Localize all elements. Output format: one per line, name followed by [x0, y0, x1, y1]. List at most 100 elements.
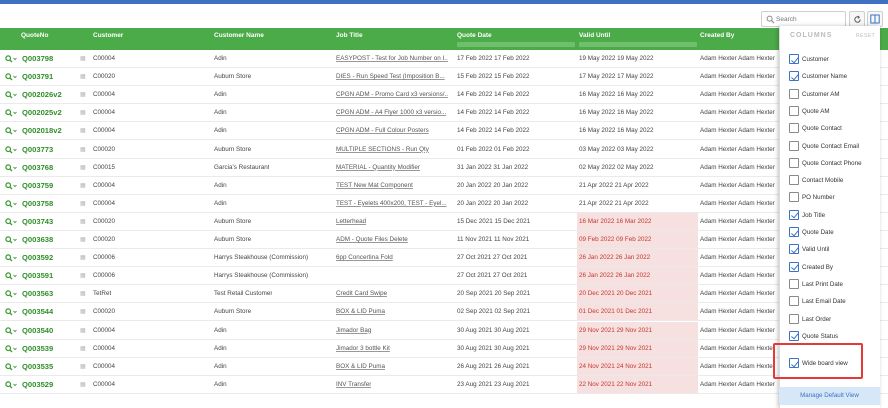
- column-checkbox[interactable]: [789, 157, 799, 168]
- manage-default-view-button[interactable]: Manage Default View: [779, 387, 880, 405]
- job-title[interactable]: MATERIAL - Quantity Modifier: [336, 159, 420, 177]
- row-search-icon[interactable]: [5, 159, 17, 179]
- quote-number[interactable]: Q003591: [22, 267, 53, 285]
- column-checkbox[interactable]: [789, 105, 799, 116]
- column-option[interactable]: Valid Until: [789, 243, 881, 255]
- job-title[interactable]: MULTIPLE SECTIONS - Run Qty: [336, 141, 429, 159]
- quote-number[interactable]: Q003758: [22, 195, 53, 213]
- column-checkbox[interactable]: [789, 54, 799, 64]
- job-title[interactable]: 6pp Concertina Fold: [336, 249, 393, 267]
- column-checkbox[interactable]: [789, 192, 799, 203]
- job-title[interactable]: CPGN ADM - A4 Flyer 1000 x3 versio...: [336, 104, 446, 122]
- column-option[interactable]: PO Number: [789, 191, 881, 203]
- table-row[interactable]: Q003592 ▦ C00006 Harrys Steakhouse (Commiss…: [0, 249, 888, 269]
- header-job-title[interactable]: Job Title: [336, 28, 363, 50]
- job-title[interactable]: EASYPOST - Test for Job Number on I...: [336, 50, 448, 68]
- job-title[interactable]: TEST - Eyelets 400x200, TEST - Eyel...: [336, 195, 447, 213]
- table-row[interactable]: Q003539 ▦ C00004 Adin Jimador 3 bottle Kit 30…: [0, 339, 888, 358]
- table-row[interactable]: Q003535 ▦ C00004 Adin BOX & LID Puma 26 Aug 2…: [0, 357, 888, 376]
- column-checkbox[interactable]: [789, 123, 799, 134]
- column-option[interactable]: Quote AM: [789, 105, 881, 117]
- row-search-icon[interactable]: [5, 141, 17, 161]
- job-title[interactable]: BOX & LID Puma: [336, 303, 385, 321]
- column-checkbox[interactable]: [789, 140, 799, 151]
- quote-number[interactable]: Q002026v2: [22, 86, 62, 104]
- row-search-icon[interactable]: [5, 195, 17, 215]
- job-title[interactable]: CPGN ADM - Promo Card x3 versions/...: [336, 86, 448, 104]
- column-checkbox[interactable]: [789, 330, 799, 341]
- column-option[interactable]: Quote Status: [789, 330, 881, 342]
- job-title[interactable]: ADM - Quote Files Delete: [336, 231, 408, 249]
- quote-number[interactable]: Q003791: [22, 68, 53, 86]
- column-checkbox[interactable]: [789, 261, 799, 272]
- column-checkbox[interactable]: [789, 209, 799, 220]
- quote-number[interactable]: Q002025v2: [22, 104, 62, 122]
- table-row[interactable]: Q002018v2 ▦ C00004 Adin CPGN ADM - Full Colo…: [0, 122, 888, 142]
- quote-number[interactable]: Q003638: [22, 231, 53, 249]
- row-search-icon[interactable]: [5, 267, 17, 287]
- quote-number[interactable]: Q003544: [22, 303, 53, 321]
- quote-number[interactable]: Q002018v2: [22, 122, 62, 140]
- job-title[interactable]: Letterhead: [336, 213, 366, 231]
- column-option[interactable]: Customer: [789, 53, 881, 65]
- header-customer[interactable]: Customer: [93, 28, 123, 50]
- search-box[interactable]: [761, 11, 846, 27]
- header-customer-name[interactable]: Customer Name: [214, 28, 264, 50]
- column-checkbox[interactable]: [789, 71, 799, 82]
- row-search-icon[interactable]: [5, 303, 17, 323]
- valid-until-filter[interactable]: [579, 42, 697, 47]
- table-row[interactable]: Q003638 ▦ C00020 Auburn Store ADM - Quote Fi…: [0, 231, 888, 251]
- column-option[interactable]: Last Order: [789, 313, 881, 325]
- column-option[interactable]: Job Title: [789, 209, 881, 221]
- column-option[interactable]: Last Email Date: [789, 295, 881, 307]
- job-title[interactable]: TEST New Mat Component: [336, 177, 413, 195]
- column-checkbox[interactable]: [789, 278, 799, 289]
- table-row[interactable]: Q003540 ▦ C00004 Adin Jimador Bag 30 Aug 2021…: [0, 321, 888, 342]
- job-title[interactable]: DIES - Run Speed Test (Imposition B...: [336, 68, 445, 86]
- column-option[interactable]: Quote Contact Email: [789, 140, 881, 152]
- quote-number[interactable]: Q003539: [22, 340, 53, 358]
- row-search-icon[interactable]: [5, 177, 17, 197]
- row-search-icon[interactable]: [5, 213, 17, 233]
- column-checkbox[interactable]: [789, 244, 799, 255]
- table-row[interactable]: Q003544 ▦ C00020 Auburn Store BOX & LID Puma…: [0, 303, 888, 323]
- row-search-icon[interactable]: [5, 376, 17, 396]
- column-option[interactable]: Last Print Date: [789, 278, 881, 290]
- column-checkbox[interactable]: [789, 88, 799, 99]
- column-option[interactable]: Customer Name: [789, 70, 881, 82]
- row-search-icon[interactable]: [5, 249, 17, 269]
- columns-toggle-button[interactable]: [867, 11, 883, 27]
- reset-link[interactable]: RESET: [856, 33, 875, 39]
- wide-board-view-option[interactable]: Wide board view: [789, 357, 881, 369]
- row-search-icon[interactable]: [5, 86, 17, 106]
- row-search-icon[interactable]: [5, 50, 17, 70]
- quote-number[interactable]: Q003773: [22, 141, 53, 159]
- quote-number[interactable]: Q003743: [22, 213, 53, 231]
- quote-number[interactable]: Q003563: [22, 285, 53, 303]
- quote-number[interactable]: Q003798: [22, 50, 53, 68]
- column-option[interactable]: Created By: [789, 261, 881, 273]
- row-search-icon[interactable]: [5, 122, 17, 142]
- quote-number[interactable]: Q003529: [22, 376, 53, 394]
- column-option[interactable]: Contact Mobile: [789, 174, 881, 186]
- job-title[interactable]: Jimador Bag: [336, 322, 371, 340]
- column-option[interactable]: Quote Contact Phone: [789, 157, 881, 169]
- table-row[interactable]: Q003791 ▦ C00020 Auburn Store DIES - Run Spe…: [0, 68, 888, 87]
- table-row[interactable]: Q002026v2 ▦ C00004 Adin CPGN ADM - Promo Car…: [0, 86, 888, 106]
- row-search-icon[interactable]: [5, 322, 17, 342]
- job-title[interactable]: Credit Card Swipe: [336, 285, 387, 303]
- table-row[interactable]: Q003798 ▦ C00004 Adin EASYPOST - Test for Jo…: [0, 50, 888, 70]
- quote-number[interactable]: Q003768: [22, 159, 53, 177]
- header-created-by[interactable]: Created By: [700, 28, 734, 50]
- column-option[interactable]: Quote Date: [789, 226, 881, 238]
- job-title[interactable]: BOX & LID Puma: [336, 358, 385, 376]
- table-row[interactable]: Q003563 ▦ TetRet Test Retail Customer Credit…: [0, 285, 888, 305]
- row-search-icon[interactable]: [5, 231, 17, 251]
- quote-date-filter[interactable]: [457, 42, 575, 47]
- row-search-icon[interactable]: [5, 285, 17, 305]
- table-row[interactable]: Q003743 ▦ C00020 Auburn Store Letterhead 15 D…: [0, 212, 888, 233]
- wide-board-checkbox[interactable]: [789, 358, 799, 368]
- table-row[interactable]: Q002025v2 ▦ C00004 Adin CPGN ADM - A4 Flyer …: [0, 104, 888, 123]
- header-quote-no[interactable]: QuoteNo: [21, 28, 48, 50]
- refresh-button[interactable]: [849, 11, 865, 27]
